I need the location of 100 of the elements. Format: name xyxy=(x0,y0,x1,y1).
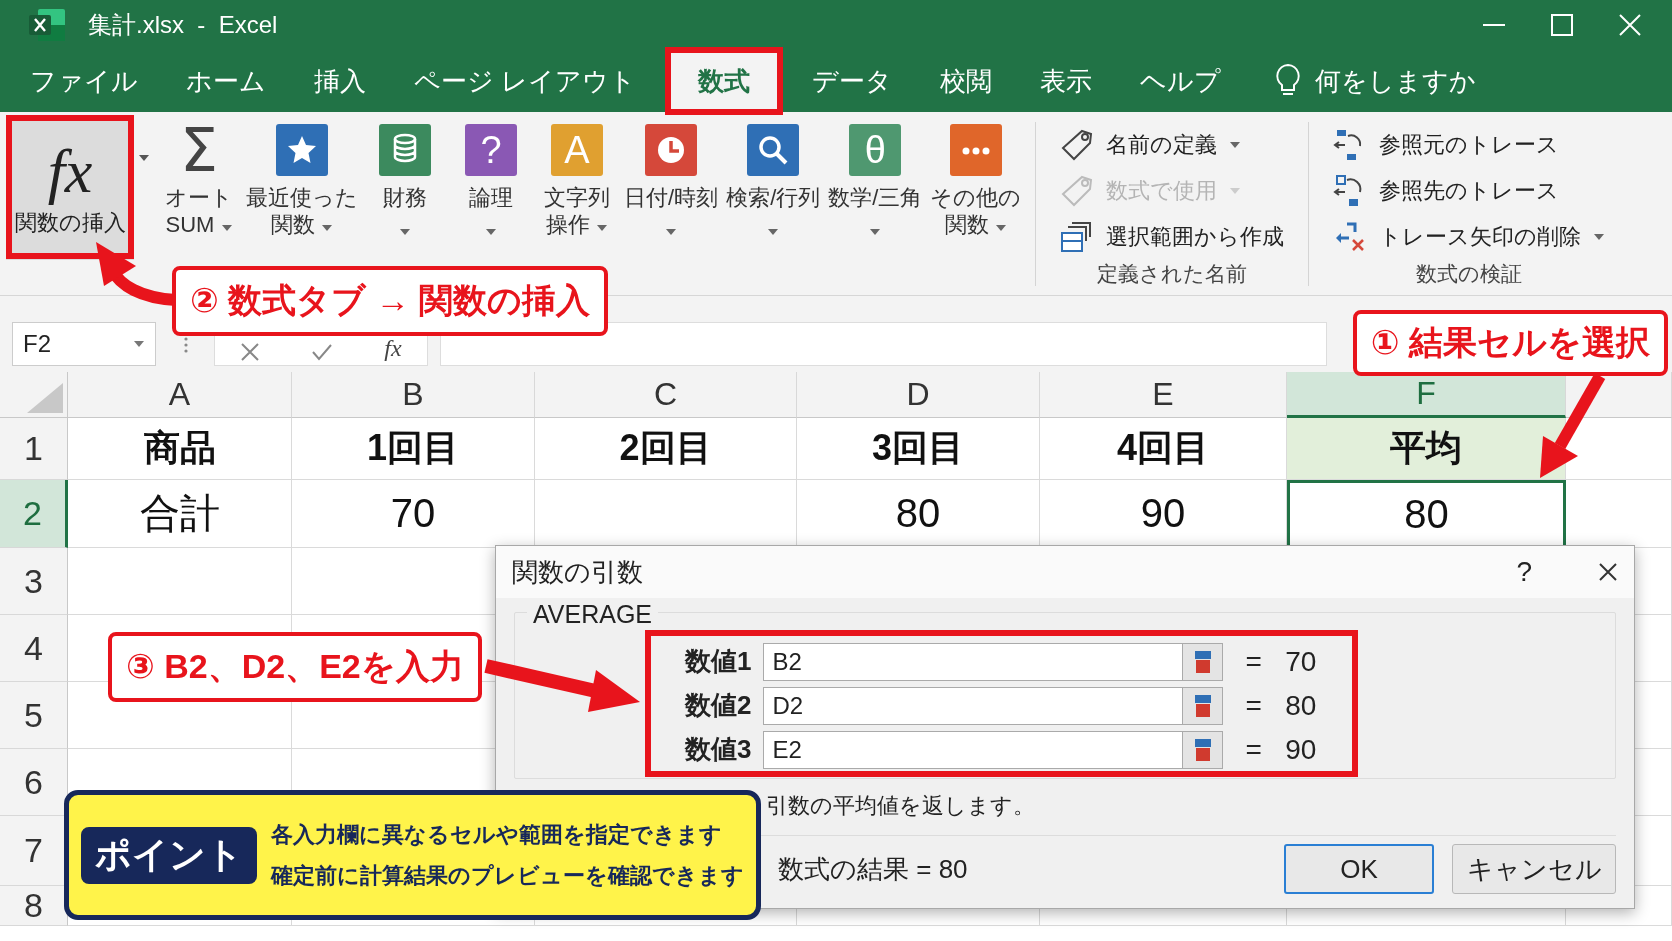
ribbon-tab[interactable]: 校閲 xyxy=(916,50,1017,112)
category-icon: ? xyxy=(465,124,517,176)
ribbon-command[interactable]: 名前の定義 xyxy=(1054,122,1248,168)
argument-label: 数値2 xyxy=(685,689,753,722)
row-header[interactable]: 3 xyxy=(0,548,68,615)
ribbon-tab[interactable]: 表示 xyxy=(1016,50,1117,112)
caret-icon xyxy=(220,224,233,232)
window-title: 集計.xlsx - Excel xyxy=(88,10,278,40)
function-category-button[interactable]: 財務 xyxy=(362,116,448,242)
callout-label: ② 数式タブ → 関数の挿入 xyxy=(172,266,609,336)
table-cell: 合計 xyxy=(68,480,292,548)
column-header[interactable]: E xyxy=(1040,372,1287,418)
argument-field[interactable]: B2 xyxy=(763,642,1184,681)
row-header[interactable]: 4 xyxy=(0,615,68,682)
argument-label: 数値3 xyxy=(685,733,753,766)
caret-icon xyxy=(1229,187,1242,195)
column-header[interactable]: D xyxy=(797,372,1040,418)
table-cell: 平均 xyxy=(1287,418,1566,480)
tag-icon xyxy=(1060,174,1095,208)
tip-text: 確定前に計算結果のプレビューを確認できます xyxy=(271,863,744,890)
row-header[interactable]: 5 xyxy=(0,682,68,749)
tell-me-search[interactable]: 何をしますか xyxy=(1315,63,1477,99)
argument-result: = 70 xyxy=(1244,645,1317,678)
caret-icon xyxy=(133,340,145,348)
function-category-button[interactable]: A 文字列 操作 xyxy=(534,116,620,238)
ribbon-tab[interactable]: ファイル xyxy=(6,50,162,112)
caret-icon xyxy=(665,228,678,236)
function-category-button[interactable]: 検索/行列 xyxy=(722,116,825,242)
function-category-button[interactable]: 日付/時刻 xyxy=(620,116,723,242)
close-icon[interactable] xyxy=(1598,562,1618,582)
tip-badge: ポイント xyxy=(81,826,257,884)
ribbon-command[interactable]: トレース矢印の削除 xyxy=(1327,214,1612,260)
function-category-button[interactable]: その他の 関数 xyxy=(926,116,1026,238)
ribbon-tab[interactable]: ヘルプ xyxy=(1116,50,1246,112)
formula-input[interactable] xyxy=(440,322,1327,366)
column-header[interactable]: F xyxy=(1287,372,1566,418)
cancel-button[interactable]: キャンセル xyxy=(1452,844,1616,894)
ok-button[interactable]: OK xyxy=(1284,844,1434,894)
callout-label: ③ B2、D2、E2を入力 xyxy=(108,632,482,702)
table-cell: 商品 xyxy=(68,418,292,480)
ribbon-command[interactable]: 参照元のトレース xyxy=(1327,122,1566,168)
range-select-button[interactable] xyxy=(1183,686,1224,725)
ribbon-command[interactable]: 選択範囲から作成 xyxy=(1054,214,1291,260)
spreadsheet-logo-icon xyxy=(28,8,66,42)
category-icon: θ xyxy=(849,124,902,176)
caret-icon xyxy=(321,224,334,232)
cancel-icon[interactable] xyxy=(240,342,261,362)
row-header[interactable]: 2 xyxy=(0,480,68,548)
caret-icon xyxy=(869,228,882,236)
group-label: 数式の検証 xyxy=(1415,261,1524,287)
ribbon-tab[interactable]: 数式 xyxy=(668,50,781,112)
ribbon-tab[interactable]: ページ レイアウト xyxy=(390,50,661,112)
range-select-icon xyxy=(1193,693,1212,718)
argument-field[interactable]: E2 xyxy=(763,730,1184,769)
caret-icon xyxy=(767,228,780,236)
range-select-icon xyxy=(1193,649,1212,674)
table-cell: 2回目 xyxy=(535,418,797,480)
function-category-button[interactable]: ? 論理 xyxy=(448,116,534,242)
argument-result: = 90 xyxy=(1244,733,1317,766)
caret-icon xyxy=(1593,233,1606,241)
function-category-button[interactable]: Σ オート SUM xyxy=(156,116,242,238)
caret-icon xyxy=(1229,141,1242,149)
column-header[interactable]: C xyxy=(535,372,797,418)
range-select-button[interactable] xyxy=(1183,642,1224,681)
dialog-title: 関数の引数 xyxy=(512,555,643,589)
function-category-button[interactable]: θ 数学/三角 xyxy=(824,116,927,242)
ribbon-tab[interactable]: データ xyxy=(788,50,917,112)
group-label: 定義された名前 xyxy=(1096,261,1249,287)
caret-icon xyxy=(138,154,150,162)
row-header[interactable]: 6 xyxy=(0,749,68,816)
tag-icon xyxy=(1060,128,1095,162)
argument-field[interactable]: D2 xyxy=(763,686,1184,725)
help-button[interactable]: ? xyxy=(1510,555,1538,589)
row-header[interactable]: 8 xyxy=(0,886,68,926)
sigma-icon: Σ xyxy=(180,124,218,176)
function-description: 引数の平均値を返します。 xyxy=(766,792,1036,820)
ribbon-tab[interactable]: 挿入 xyxy=(290,50,390,112)
table-cell: 3回目 xyxy=(797,418,1040,480)
caret-icon xyxy=(399,228,411,236)
range-select-button[interactable] xyxy=(1183,730,1224,769)
caret-icon xyxy=(485,228,497,236)
ribbon-command[interactable]: 参照先のトレース xyxy=(1327,168,1566,214)
formula-result: 数式の結果 = 80 xyxy=(778,852,969,886)
caret-icon xyxy=(596,224,609,232)
table-cell: 1回目 xyxy=(292,418,535,480)
check-icon[interactable] xyxy=(311,342,334,362)
column-header[interactable]: B xyxy=(292,372,535,418)
insert-function-button[interactable]: fx xyxy=(384,335,402,362)
category-icon: A xyxy=(551,124,603,176)
argument-label: 数値1 xyxy=(685,645,753,678)
drag-handle-icon[interactable] xyxy=(184,336,188,354)
maximize-icon[interactable] xyxy=(1550,13,1574,37)
name-box[interactable]: F2 xyxy=(12,322,156,366)
callout-label: ① 結果セルを選択 xyxy=(1352,310,1668,376)
function-category-button[interactable]: 最近使った 関数 xyxy=(242,116,362,238)
tip-text: 各入力欄に異なるセルや範囲を指定できます xyxy=(271,822,723,849)
ribbon-tab[interactable]: ホーム xyxy=(162,50,290,112)
argument-result: = 80 xyxy=(1244,689,1317,722)
column-header[interactable]: A xyxy=(68,372,292,418)
row-header[interactable]: 1 xyxy=(0,418,68,480)
